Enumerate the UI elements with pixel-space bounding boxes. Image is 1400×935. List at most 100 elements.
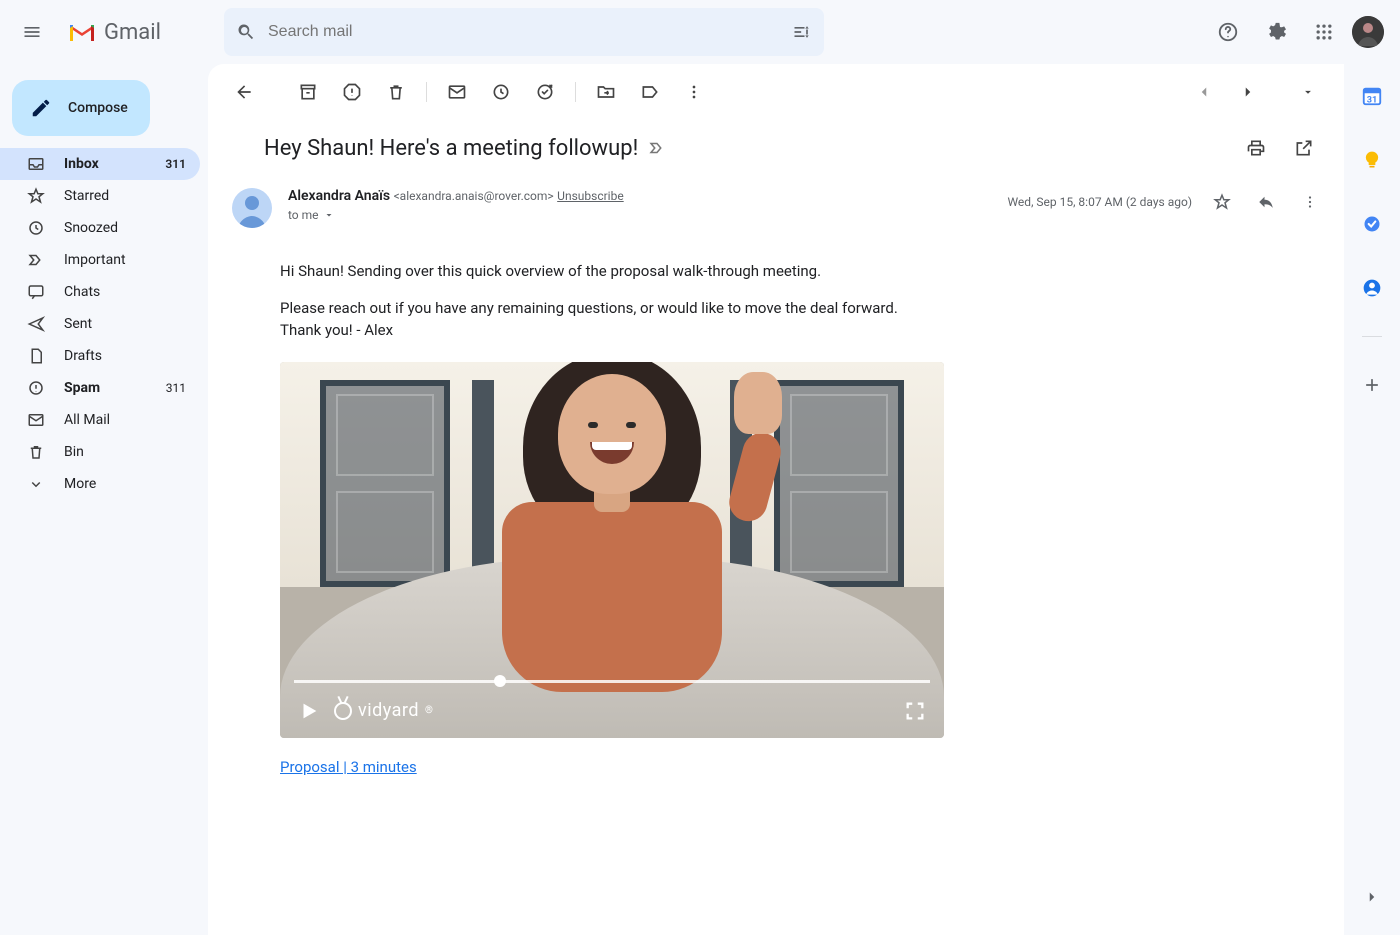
spam-icon — [26, 379, 46, 397]
back-button[interactable] — [224, 72, 264, 112]
sidebar-item-all-mail[interactable]: All Mail — [0, 404, 200, 436]
caret-down-icon — [323, 209, 335, 221]
input-tools-button[interactable] — [1288, 72, 1328, 112]
sidebar-item-sent[interactable]: Sent — [0, 308, 200, 340]
important-icon — [26, 251, 46, 269]
account-avatar[interactable] — [1352, 16, 1384, 48]
archive-button[interactable] — [288, 72, 328, 112]
main-menu-button[interactable] — [8, 8, 56, 56]
inbox-icon — [26, 155, 46, 173]
compose-label: Compose — [68, 100, 128, 116]
allmail-icon — [26, 411, 46, 429]
delete-button[interactable] — [376, 72, 416, 112]
sender-email: <alexandra.anais@rover.com> — [394, 189, 554, 203]
body-text: Hi Shaun! Sending over this quick overvi… — [280, 260, 1288, 283]
nav-label: Starred — [64, 188, 109, 204]
search-icon — [236, 22, 256, 42]
search-input[interactable] — [268, 23, 780, 41]
star-button[interactable] — [1208, 188, 1236, 216]
spam-icon — [342, 82, 362, 102]
nav-label: More — [64, 476, 96, 492]
sidebar-item-inbox[interactable]: Inbox311 — [0, 148, 200, 180]
arrow-back-icon — [234, 82, 254, 102]
nav-label: Chats — [64, 284, 100, 300]
video-link[interactable]: Proposal | 3 minutes — [280, 756, 417, 779]
folder-move-icon — [596, 82, 616, 102]
support-button[interactable] — [1208, 12, 1248, 52]
nav-label: Bin — [64, 444, 84, 460]
email-body: Hi Shaun! Sending over this quick overvi… — [208, 236, 1344, 802]
reply-button[interactable] — [1252, 188, 1280, 216]
print-button[interactable] — [1236, 128, 1276, 168]
sidebar-item-important[interactable]: Important — [0, 244, 200, 276]
message-more-button[interactable] — [1296, 188, 1324, 216]
sidebar-item-starred[interactable]: Starred — [0, 180, 200, 212]
gmail-logo[interactable]: Gmail — [60, 20, 169, 45]
nav-count: 311 — [166, 381, 186, 395]
settings-button[interactable] — [1256, 12, 1296, 52]
apps-grid-icon — [1314, 22, 1334, 42]
caret-down-icon — [1301, 85, 1315, 99]
keep-app-button[interactable] — [1352, 140, 1392, 180]
reply-icon — [1257, 193, 1275, 211]
add-to-tasks-button[interactable] — [525, 72, 565, 112]
recipients-dropdown[interactable]: to me — [288, 208, 335, 222]
chevron-right-icon — [1239, 83, 1257, 101]
help-icon — [1217, 21, 1239, 43]
play-icon[interactable] — [298, 700, 320, 722]
add-ons-button[interactable] — [1352, 365, 1392, 405]
sender-avatar[interactable] — [232, 188, 272, 228]
sidebar-item-chats[interactable]: Chats — [0, 276, 200, 308]
sidebar-item-spam[interactable]: Spam311 — [0, 372, 200, 404]
important-label-icon[interactable] — [648, 139, 666, 157]
calendar-icon: 31 — [1361, 85, 1383, 107]
mark-unread-button[interactable] — [437, 72, 477, 112]
label-icon — [640, 82, 660, 102]
open-new-window-button[interactable] — [1284, 128, 1324, 168]
tasks-app-button[interactable] — [1352, 204, 1392, 244]
google-apps-button[interactable] — [1304, 12, 1344, 52]
more-icon — [26, 475, 46, 493]
unsubscribe-link[interactable]: Unsubscribe — [557, 189, 624, 203]
open-in-new-icon — [1294, 138, 1314, 158]
app-name: Gmail — [104, 20, 161, 45]
header: Gmail — [0, 0, 1400, 64]
sidebar: Compose Inbox311 Starred SnoozedImportant C… — [0, 64, 208, 935]
video-thumbnail[interactable]: vidyard® — [280, 362, 944, 738]
sidebar-item-drafts[interactable]: Drafts — [0, 340, 200, 372]
nav-label: Sent — [64, 316, 92, 332]
labels-button[interactable] — [630, 72, 670, 112]
side-panel: 31 — [1344, 64, 1400, 935]
search-bar[interactable] — [224, 8, 824, 56]
more-vert-icon — [684, 82, 704, 102]
contacts-app-button[interactable] — [1352, 268, 1392, 308]
contacts-icon — [1362, 278, 1382, 298]
body-text: Please reach out if you have any remaini… — [280, 297, 1288, 342]
search-options-icon[interactable] — [792, 22, 812, 42]
email-subject: Hey Shaun! Here's a meeting followup! — [264, 136, 638, 161]
calendar-app-button[interactable]: 31 — [1352, 76, 1392, 116]
newer-button[interactable] — [1228, 72, 1268, 112]
fullscreen-icon[interactable] — [904, 700, 926, 722]
keep-icon — [1362, 150, 1382, 170]
message-date: Wed, Sep 15, 8:07 AM (2 days ago) — [1007, 195, 1192, 209]
pencil-icon — [30, 97, 52, 119]
more-actions-button[interactable] — [674, 72, 714, 112]
plus-icon — [1362, 375, 1382, 395]
hide-panel-button[interactable] — [1352, 883, 1392, 923]
clock-icon — [491, 82, 511, 102]
nav-label: Drafts — [64, 348, 102, 364]
sidebar-item-bin[interactable]: Bin — [0, 436, 200, 468]
gmail-logo-icon — [68, 21, 96, 43]
older-button[interactable] — [1184, 72, 1224, 112]
snooze-button[interactable] — [481, 72, 521, 112]
compose-button[interactable]: Compose — [12, 80, 150, 136]
move-to-button[interactable] — [586, 72, 626, 112]
sidebar-item-more[interactable]: More — [0, 468, 200, 500]
video-brand: vidyard® — [334, 697, 433, 724]
report-spam-button[interactable] — [332, 72, 372, 112]
star-outline-icon — [1213, 193, 1231, 211]
sidebar-item-snoozed[interactable]: Snoozed — [0, 212, 200, 244]
nav-count: 311 — [165, 157, 186, 171]
clock-icon — [26, 219, 46, 237]
